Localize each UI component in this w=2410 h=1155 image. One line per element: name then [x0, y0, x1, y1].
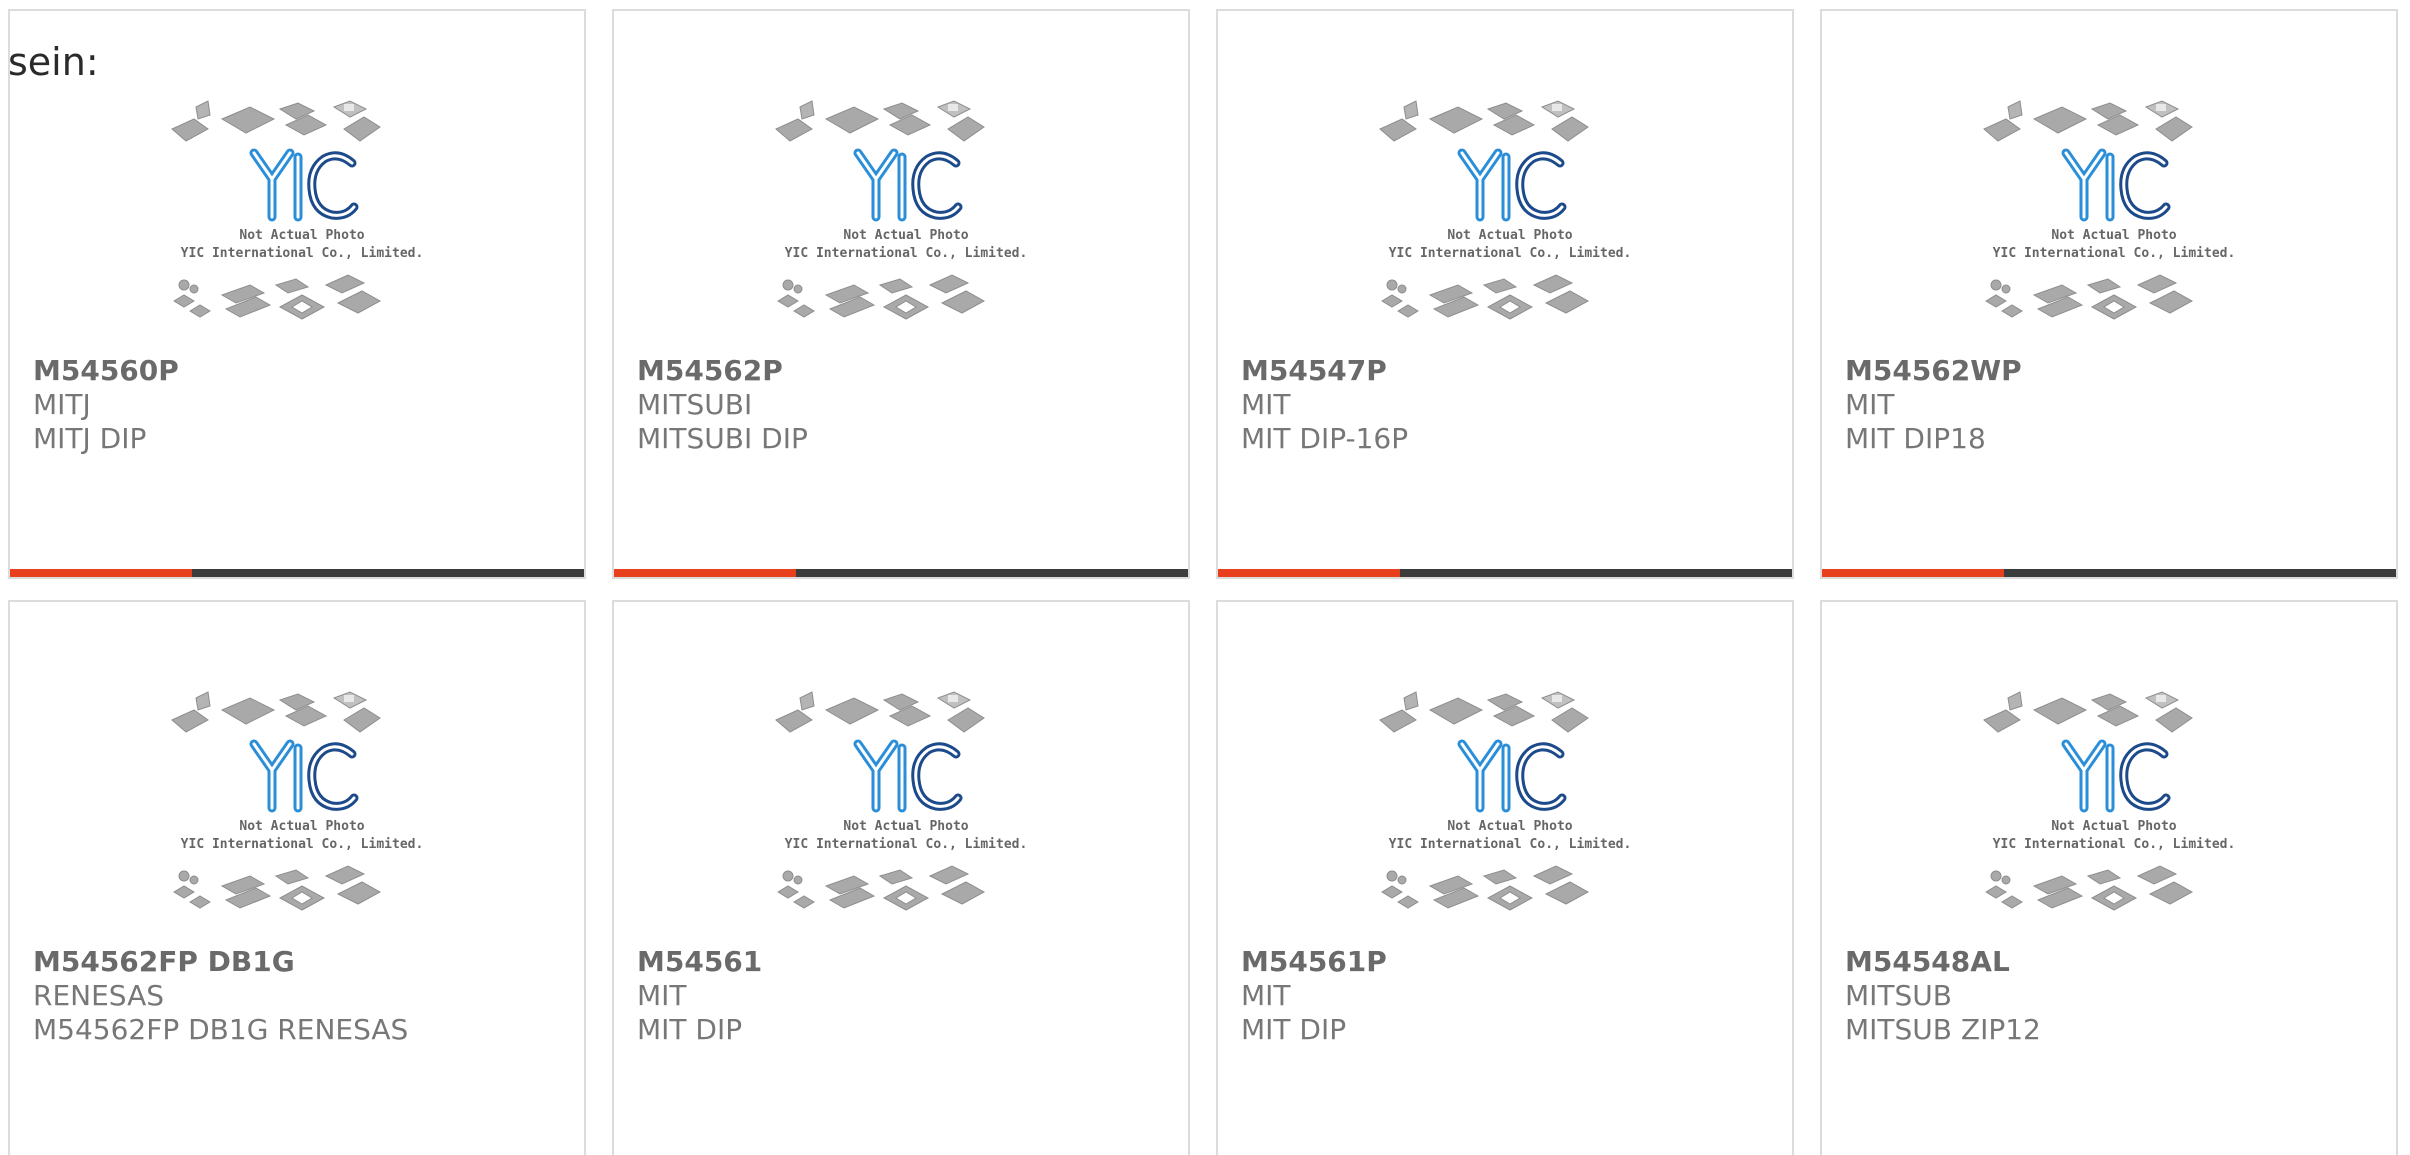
placeholder-caption: Not Actual Photo: [239, 228, 364, 243]
product-grid: Not Actual Photo YIC International Co., L…: [8, 9, 2398, 1155]
chip-packages-icon: Not Actual Photo YIC International Co., L…: [775, 691, 1028, 911]
placeholder-caption: YIC International Co., Limited.: [181, 246, 424, 261]
part-number[interactable]: M54548AL: [1845, 945, 2386, 979]
product-info: M54561 MIT MIT DIP: [637, 945, 1178, 1047]
card-accent-bar: [1822, 569, 2004, 577]
package-description: MIT DIP: [1241, 1013, 1347, 1046]
placeholder-caption: YIC International Co., Limited.: [785, 837, 1028, 852]
card-bottom-bar: [10, 569, 584, 577]
package-description: M54562FP DB1G RENESAS: [33, 1013, 409, 1046]
chip-packages-icon: Not Actual Photo YIC International Co., L…: [775, 100, 1028, 320]
product-image-placeholder: Not Actual Photo YIC International Co., L…: [772, 99, 1040, 347]
package-description: MIT DIP18: [1845, 422, 1986, 455]
product-info: M54560P MITJ MITJ DIP: [33, 354, 574, 456]
part-number[interactable]: M54561: [637, 945, 1178, 979]
manufacturer: MIT: [1845, 388, 1895, 421]
product-image-placeholder: Not Actual Photo YIC International Co., L…: [772, 690, 1040, 938]
placeholder-caption: Not Actual Photo: [1447, 819, 1572, 834]
placeholder-caption: Not Actual Photo: [843, 228, 968, 243]
chip-packages-icon: Not Actual Photo YIC International Co., L…: [1983, 691, 2236, 911]
product-image-placeholder: Not Actual Photo YIC International Co., L…: [1376, 690, 1644, 938]
product-info: M54562FP DB1G RENESAS M54562FP DB1G RENE…: [33, 945, 574, 1047]
placeholder-caption: Not Actual Photo: [843, 819, 968, 834]
product-image-placeholder: Not Actual Photo YIC International Co., L…: [168, 99, 436, 347]
card-accent-bar: [614, 569, 796, 577]
package-description: MITJ DIP: [33, 422, 147, 455]
card-accent-bar: [10, 569, 192, 577]
product-card[interactable]: Not Actual Photo YIC International Co., L…: [8, 600, 586, 1155]
product-info: M54562WP MIT MIT DIP18: [1845, 354, 2386, 456]
placeholder-caption: YIC International Co., Limited.: [1993, 246, 2236, 261]
card-bottom-bar: [1218, 569, 1792, 577]
chip-packages-icon: Not Actual Photo YIC International Co., L…: [171, 691, 424, 911]
placeholder-caption: YIC International Co., Limited.: [1389, 246, 1632, 261]
card-bottom-bar: [614, 569, 1188, 577]
product-card[interactable]: Not Actual Photo YIC International Co., L…: [612, 600, 1190, 1155]
product-info: M54547P MIT MIT DIP-16P: [1241, 354, 1782, 456]
chip-packages-icon: Not Actual Photo YIC International Co., L…: [1379, 100, 1632, 320]
product-card[interactable]: Not Actual Photo YIC International Co., L…: [1216, 600, 1794, 1155]
placeholder-caption: YIC International Co., Limited.: [181, 837, 424, 852]
part-number[interactable]: M54547P: [1241, 354, 1782, 388]
chip-packages-icon: Not Actual Photo YIC International Co., L…: [171, 100, 424, 320]
product-image-placeholder: Not Actual Photo YIC International Co., L…: [1980, 690, 2248, 938]
product-card[interactable]: Not Actual Photo YIC International Co., L…: [8, 9, 586, 579]
placeholder-caption: YIC International Co., Limited.: [1993, 837, 2236, 852]
chip-packages-icon: Not Actual Photo YIC International Co., L…: [1379, 691, 1632, 911]
manufacturer: MITJ: [33, 388, 91, 421]
manufacturer: MIT: [1241, 979, 1291, 1012]
placeholder-caption: Not Actual Photo: [2051, 819, 2176, 834]
manufacturer: MIT: [1241, 388, 1291, 421]
product-info: M54561P MIT MIT DIP: [1241, 945, 1782, 1047]
manufacturer: MITSUBI: [637, 388, 753, 421]
part-number[interactable]: M54561P: [1241, 945, 1782, 979]
section-heading: sein:: [8, 40, 99, 84]
product-info: M54562P MITSUBI MITSUBI DIP: [637, 354, 1178, 456]
package-description: MITSUBI DIP: [637, 422, 808, 455]
placeholder-caption: Not Actual Photo: [1447, 228, 1572, 243]
product-image-placeholder: Not Actual Photo YIC International Co., L…: [1980, 99, 2248, 347]
placeholder-caption: YIC International Co., Limited.: [785, 246, 1028, 261]
package-description: MIT DIP-16P: [1241, 422, 1409, 455]
product-card[interactable]: Not Actual Photo YIC International Co., L…: [612, 9, 1190, 579]
card-accent-bar: [1218, 569, 1400, 577]
part-number[interactable]: M54562P: [637, 354, 1178, 388]
product-page: sein: Not Actual Photo YIC International…: [0, 0, 2410, 1155]
placeholder-caption: Not Actual Photo: [2051, 228, 2176, 243]
chip-packages-icon: Not Actual Photo YIC International Co., L…: [1983, 100, 2236, 320]
part-number[interactable]: M54560P: [33, 354, 574, 388]
part-number[interactable]: M54562FP DB1G: [33, 945, 574, 979]
manufacturer: MIT: [637, 979, 687, 1012]
package-description: MITSUB ZIP12: [1845, 1013, 2041, 1046]
product-image-placeholder: Not Actual Photo YIC International Co., L…: [168, 690, 436, 938]
placeholder-caption: Not Actual Photo: [239, 819, 364, 834]
product-image-placeholder: Not Actual Photo YIC International Co., L…: [1376, 99, 1644, 347]
product-card[interactable]: Not Actual Photo YIC International Co., L…: [1820, 600, 2398, 1155]
product-card[interactable]: Not Actual Photo YIC International Co., L…: [1216, 9, 1794, 579]
product-card[interactable]: Not Actual Photo YIC International Co., L…: [1820, 9, 2398, 579]
card-bottom-bar: [1822, 569, 2396, 577]
part-number[interactable]: M54562WP: [1845, 354, 2386, 388]
manufacturer: RENESAS: [33, 979, 165, 1012]
placeholder-caption: YIC International Co., Limited.: [1389, 837, 1632, 852]
package-description: MIT DIP: [637, 1013, 743, 1046]
product-info: M54548AL MITSUB MITSUB ZIP12: [1845, 945, 2386, 1047]
manufacturer: MITSUB: [1845, 979, 1952, 1012]
